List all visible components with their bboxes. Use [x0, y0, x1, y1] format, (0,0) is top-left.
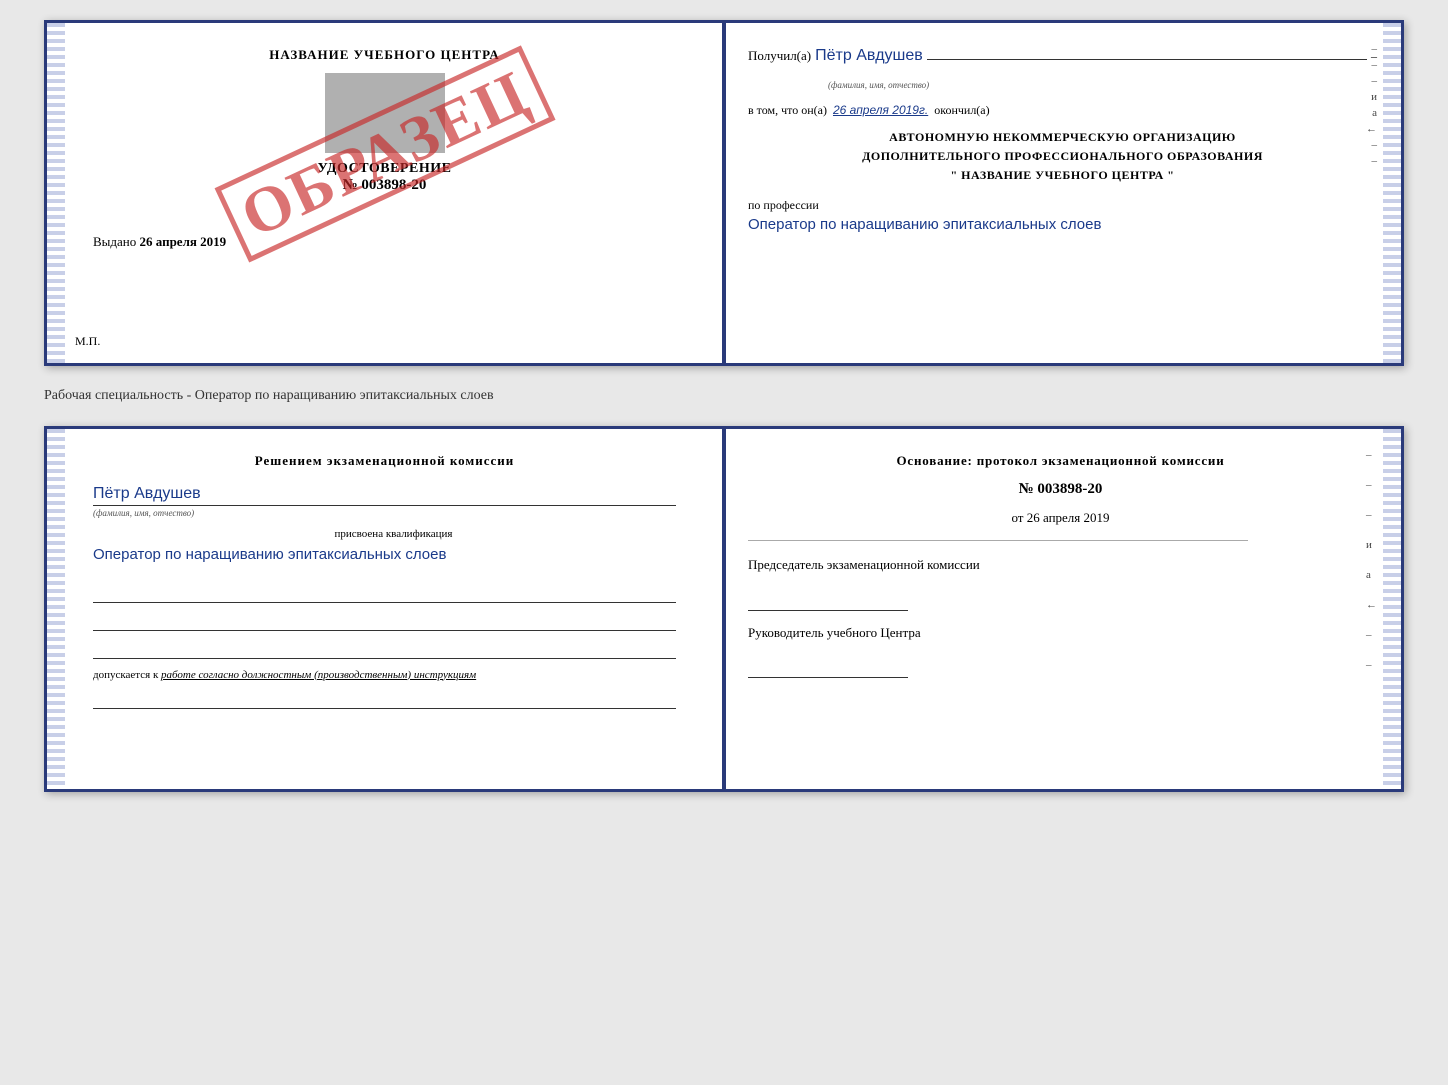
- vtom-date: 26 апреля 2019г.: [833, 103, 928, 117]
- dash-4: и: [1371, 91, 1377, 103]
- r-dash-1: –: [1366, 449, 1377, 461]
- r-dash-5: а: [1366, 569, 1377, 581]
- rukov-label: Руководитель учебного Центра: [748, 623, 1373, 643]
- dopuskaetsya-block: допускается к работе согласно должностны…: [93, 669, 676, 681]
- cert-left-page: НАЗВАНИЕ УЧЕБНОГО ЦЕНТРА УДОСТОВЕРЕНИЕ №…: [47, 23, 724, 363]
- okoncil-label: окончил(а): [934, 103, 989, 118]
- udost-number: № 003898-20: [343, 177, 427, 194]
- qual-name: Пётр Авдушев: [93, 485, 201, 502]
- vydano-prefix: Выдано: [93, 234, 136, 249]
- dash-2: –: [1372, 59, 1378, 71]
- spine-decoration-left: [47, 23, 65, 363]
- dash-5: а: [1372, 107, 1377, 119]
- sig-lines: [93, 583, 676, 659]
- poluchil-name: Пётр Авдушев: [815, 47, 923, 65]
- vtom-line: в том, что он(а) 26 апреля 2019г. окончи…: [748, 103, 1377, 118]
- document-container: НАЗВАНИЕ УЧЕБНОГО ЦЕНТРА УДОСТОВЕРЕНИЕ №…: [44, 20, 1404, 792]
- predsedatel-sig-line: [748, 591, 908, 611]
- org-line3: " НАЗВАНИЕ УЧЕБНОГО ЦЕНТРА ": [748, 166, 1377, 185]
- spine-decoration-right-2: [1383, 429, 1401, 789]
- fio-label-cert: (фамилия, имя, отчество): [828, 75, 1377, 93]
- sig-line-2: [93, 611, 676, 631]
- ot-prefix: от: [1011, 510, 1023, 525]
- r-dash-4: и: [1366, 539, 1377, 551]
- poluchil-prefix: Получил(а): [748, 48, 811, 64]
- proto-number: № 003898-20: [748, 481, 1373, 498]
- r-dash-6: ←: [1366, 599, 1377, 611]
- proto-date: от 26 апреля 2019: [748, 510, 1373, 526]
- dash-1: –: [1372, 43, 1378, 55]
- subtitle-line: Рабочая специальность - Оператор по нара…: [44, 382, 1404, 410]
- right-dashes: – – – и а ← – –: [1366, 43, 1377, 167]
- prof-label: по профессии Оператор по наращиванию эпи…: [748, 196, 1377, 237]
- r-dash-2: –: [1366, 479, 1377, 491]
- vydano-date: 26 апреля 2019: [140, 234, 227, 249]
- org-line2: ДОПОЛНИТЕЛЬНОГО ПРОФЕССИОНАЛЬНОГО ОБРАЗО…: [748, 147, 1377, 166]
- osnovanie-title: Основание: протокол экзаменационной коми…: [748, 453, 1373, 469]
- qual-name-line: Пётр Авдушев: [93, 485, 676, 506]
- spine-decoration-right: [1383, 23, 1401, 363]
- qualification-book: Решением экзаменационной комиссии Пётр А…: [44, 426, 1404, 792]
- prisvoena-label: присвоена квалификация: [93, 528, 694, 540]
- qual-fio-label: (фамилия, имя, отчество): [93, 508, 694, 518]
- qual-right-dashes: – – – и а ← – –: [1366, 449, 1377, 671]
- r-dash-7: –: [1366, 629, 1377, 641]
- spine-decoration-left-2: [47, 429, 65, 789]
- divider-line: [748, 540, 1248, 541]
- rukov-sig-line: [748, 658, 908, 678]
- cert-right-page: Получил(а) Пётр Авдушев – (фамилия, имя,…: [724, 23, 1401, 363]
- resheniem-title: Решением экзаменационной комиссии: [93, 453, 676, 469]
- mp-label: М.П.: [75, 334, 100, 349]
- dash-7: –: [1372, 139, 1378, 151]
- dopusk-text: работе согласно должностным (производств…: [161, 669, 476, 681]
- cert-stamp-area: УДОСТОВЕРЕНИЕ № 003898-20 ОБРАЗЕЦ: [75, 73, 694, 194]
- photo-placeholder: [325, 73, 445, 153]
- cert-center-title: НАЗВАНИЕ УЧЕБНОГО ЦЕНТРА: [269, 47, 500, 63]
- sig-line-4: [93, 689, 676, 709]
- vydano-line: Выдано 26 апреля 2019: [93, 234, 226, 250]
- certificate-book: НАЗВАНИЕ УЧЕБНОГО ЦЕНТРА УДОСТОВЕРЕНИЕ №…: [44, 20, 1404, 366]
- predsedatel-label: Председатель экзаменационной комиссии: [748, 555, 1373, 575]
- dopusk-prefix: допускается к: [93, 669, 158, 681]
- dash-6: ←: [1366, 123, 1377, 135]
- sig-line-3: [93, 639, 676, 659]
- prof-name: Оператор по наращиванию эпитаксиальных с…: [748, 216, 1101, 233]
- poluchil-line: Получил(а) Пётр Авдушев –: [748, 47, 1377, 65]
- udost-label: УДОСТОВЕРЕНИЕ: [318, 161, 452, 177]
- r-dash-8: –: [1366, 659, 1377, 671]
- r-dash-3: –: [1366, 509, 1377, 521]
- dash-3: –: [1372, 75, 1378, 87]
- dash-8: –: [1372, 155, 1378, 167]
- sig-line-1: [93, 583, 676, 603]
- qualification-text: Оператор по наращиванию эпитаксиальных с…: [93, 544, 676, 567]
- qual-left-page: Решением экзаменационной комиссии Пётр А…: [47, 429, 724, 789]
- vtom-prefix: в том, что он(а): [748, 103, 827, 118]
- org-block: АВТОНОМНУЮ НЕКОММЕРЧЕСКУЮ ОРГАНИЗАЦИЮ ДО…: [748, 128, 1377, 186]
- qual-right-page: Основание: протокол экзаменационной коми…: [724, 429, 1401, 789]
- sig-lines-2: [93, 689, 676, 709]
- proto-date-val: 26 апреля 2019: [1027, 510, 1110, 525]
- org-line1: АВТОНОМНУЮ НЕКОММЕРЧЕСКУЮ ОРГАНИЗАЦИЮ: [748, 128, 1377, 147]
